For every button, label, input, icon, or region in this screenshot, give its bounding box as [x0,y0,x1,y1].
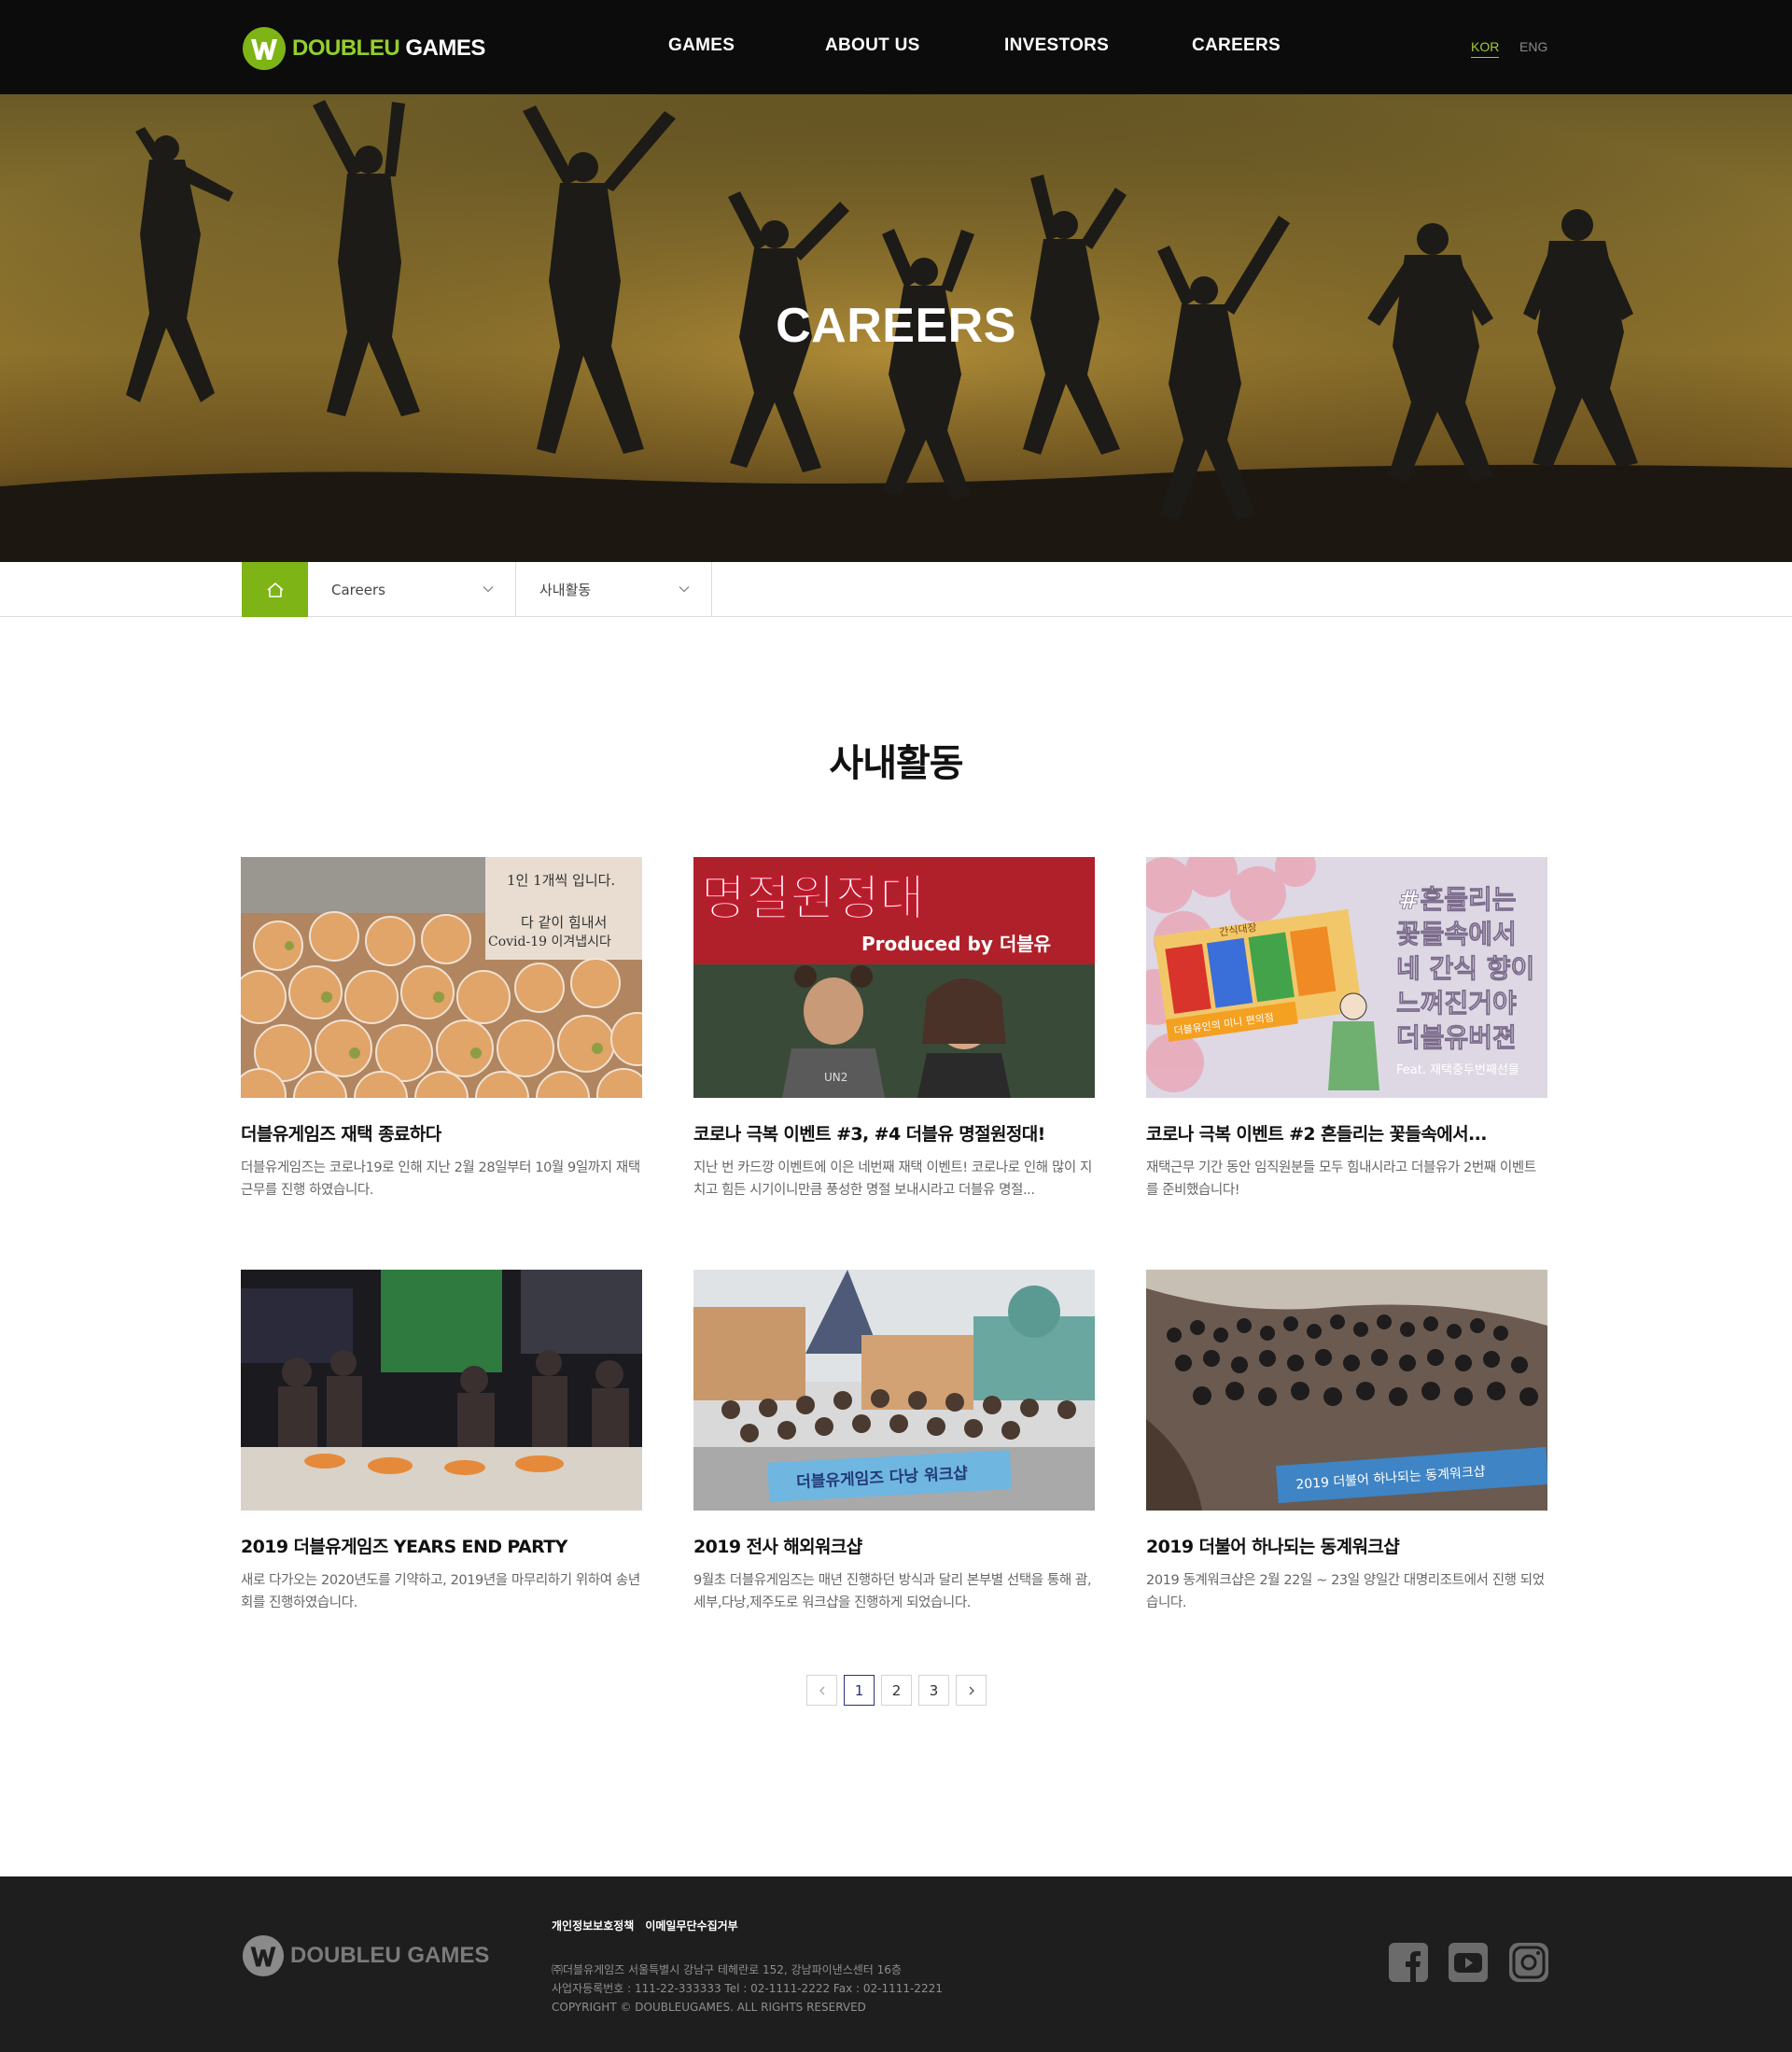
breadcrumb-level2-label: 사내활동 [539,582,592,598]
breadcrumb-select-activities[interactable]: 사내활동 [516,562,712,617]
chevron-right-icon [969,1686,974,1694]
nav-games[interactable]: GAMES [668,35,735,56]
pagination-next-button[interactable] [956,1675,987,1706]
thumbnail-image [241,1270,642,1511]
pagination-prev-button[interactable] [806,1675,837,1706]
doubleu-logo-icon [242,1934,285,1977]
page-title: 사내활동 [829,742,963,785]
poster-line-3: 네 간식 향이 [1396,953,1534,984]
chevron-down-icon [679,586,690,593]
nav-investors[interactable]: INVESTORS [1004,35,1109,56]
nav-careers[interactable]: CAREERS [1192,35,1281,56]
youtube-icon [1449,1943,1488,1982]
breadcrumb-level1-label: Careers [331,581,385,598]
footer-links: 개인정보보호정책 이메일무단수집거부 [552,1918,738,1933]
pagination-page-2[interactable]: 2 [881,1675,912,1706]
instagram-link[interactable] [1508,1942,1549,1983]
post-card[interactable]: 1인 1개씩 입니다. 다 같이 힘내서 Covid-19 이겨냅시다 더블유게… [241,857,642,1202]
post-description: 재택근무 기간 동안 임직원분들 모두 힘내시라고 더블유가 2번째 이벤트를 … [1146,1160,1536,1198]
post-description: 더블유게임즈는 코로나19로 인해 지난 2월 28일부터 10월 9일까지 재… [241,1160,640,1198]
sign-text-2: 다 같이 힘내서 [521,914,607,931]
thumbnail-image: 더블유게임즈 다낭 워크샵 [693,1270,1095,1511]
facebook-link[interactable] [1388,1942,1429,1983]
hero-banner: CAREERS [0,94,1792,562]
post-description: 새로 다가오는 2020년도를 기약하고, 2019년을 마무리하기 위하여 송… [241,1573,640,1610]
post-thumbnail[interactable]: 1인 1개씩 입니다. 다 같이 힘내서 Covid-19 이겨냅시다 [241,857,642,1098]
post-title[interactable]: 2019 전사 해외워크샵 [693,1533,1095,1558]
lang-eng[interactable]: ENG [1519,39,1547,54]
pagination-page-1[interactable]: 1 [844,1675,875,1706]
email-refusal-link[interactable]: 이메일무단수집거부 [645,1918,737,1933]
breadcrumb: Careers 사내활동 [0,562,1792,617]
poster-line-5: 더블유버젼 [1396,1022,1517,1053]
poster-line-1: #흔들리는 [1398,884,1517,915]
footer-logo[interactable]: DOUBLEU GAMES [242,1934,489,1977]
privacy-policy-link[interactable]: 개인정보보호정책 [552,1918,634,1933]
company-contact: 사업자등록번호 : 111-22-333333 Tel : 02-1111-22… [552,1982,943,1995]
post-description: 지난 번 카드깡 이벤트에 이은 네번째 재택 이벤트! 코로나로 인해 많이 … [693,1160,1092,1198]
thumbnail-image: 더블유인의 미니 편의점 간식대장 #흔들리는 꽃들속에서 네 간식 향이 느껴… [1146,857,1547,1098]
post-card[interactable]: 명절원정대 Produced by 더블유 UN2 코로나 극복 이벤트 #3,… [693,857,1095,1202]
lang-kor[interactable]: KOR [1471,39,1500,58]
post-thumbnail[interactable] [241,1270,642,1511]
youtube-link[interactable] [1448,1942,1489,1983]
facebook-icon [1389,1943,1428,1982]
shirt-text: UN2 [824,1071,847,1084]
post-title[interactable]: 2019 더불어 하나되는 동계워크샵 [1146,1533,1547,1558]
post-thumbnail[interactable]: 더블유인의 미니 편의점 간식대장 #흔들리는 꽃들속에서 네 간식 향이 느껴… [1146,857,1547,1098]
post-thumbnail[interactable]: 더블유게임즈 다낭 워크샵 [693,1270,1095,1511]
poster-feat: Feat. 재택중두번째선물 [1396,1063,1519,1077]
post-description: 9월초 더블유게임즈는 매년 진행하던 방식과 달리 본부별 선택을 통해 괌,… [693,1573,1092,1610]
banner-subtext: Produced by 더블유 [861,933,1051,955]
site-footer: DOUBLEU GAMES 개인정보보호정책 이메일무단수집거부 ㈜더블유게임즈… [0,1876,1792,2052]
chevron-down-icon [483,586,494,593]
poster-line-4: 느껴진거야 [1396,988,1517,1019]
nav-about-us[interactable]: ABOUT US [825,35,920,56]
post-description: 2019 동계워크샵은 2월 22일 ~ 23일 양일간 대명리조트에서 진행 … [1146,1573,1545,1610]
thumbnail-image: 1인 1개씩 입니다. 다 같이 힘내서 Covid-19 이겨냅시다 [241,857,642,1098]
hero-title: CAREERS [776,299,1016,353]
chevron-left-icon [819,1686,824,1694]
post-thumbnail[interactable]: 명절원정대 Produced by 더블유 UN2 [693,857,1095,1098]
company-info: ㈜더블유게임즈 서울특별시 강남구 테헤란로 152, 강남파이낸스센터 16층… [552,1961,943,2017]
poster-line-2: 꽃들속에서 [1396,919,1517,949]
post-title[interactable]: 코로나 극복 이벤트 #2 흔들리는 꽃들속에서... [1146,1120,1547,1145]
breadcrumb-select-careers[interactable]: Careers [308,562,516,617]
breadcrumb-home-button[interactable] [242,562,308,617]
thumbnail-image: 명절원정대 Produced by 더블유 UN2 [693,857,1095,1098]
post-thumbnail[interactable]: 2019 더불어 하나되는 동계워크샵 [1146,1270,1547,1511]
post-title[interactable]: 코로나 극복 이벤트 #3, #4 더블유 명절원정대! [693,1120,1095,1145]
footer-logo-text: DOUBLEU GAMES [290,1943,490,1968]
company-address: ㈜더블유게임즈 서울특별시 강남구 테헤란로 152, 강남파이낸스센터 16층 [552,1963,902,1976]
post-card[interactable]: 2019 더불어 하나되는 동계워크샵 2019 더불어 하나되는 동계워크샵 … [1146,1270,1547,1614]
sign-text-3: Covid-19 이겨냅시다 [488,935,611,949]
post-card[interactable]: 더블유게임즈 다낭 워크샵 2019 전사 해외워크샵 9월초 더블유게임즈는 … [693,1270,1095,1614]
post-card[interactable]: 더블유인의 미니 편의점 간식대장 #흔들리는 꽃들속에서 네 간식 향이 느껴… [1146,857,1547,1202]
home-icon [266,582,284,597]
post-title[interactable]: 2019 더블유게임즈 YEARS END PARTY [241,1533,642,1558]
banner-text: 명절원정대 [701,871,924,927]
post-title[interactable]: 더블유게임즈 재택 종료하다 [241,1120,642,1145]
instagram-icon [1509,1943,1548,1982]
global-header: DOUBLEU GAMES GAMES ABOUT US INVESTORS C… [0,0,1792,94]
thumbnail-image: 2019 더불어 하나되는 동계워크샵 [1146,1270,1547,1511]
sign-text-1: 1인 1개씩 입니다. [507,872,615,889]
post-card[interactable]: 2019 더블유게임즈 YEARS END PARTY 새로 다가오는 2020… [241,1270,642,1614]
pagination: 1 2 3 [806,1675,987,1706]
copyright: COPYRIGHT © DOUBLEUGAMES. ALL RIGHTS RES… [552,2001,866,2014]
pagination-page-3[interactable]: 3 [918,1675,949,1706]
